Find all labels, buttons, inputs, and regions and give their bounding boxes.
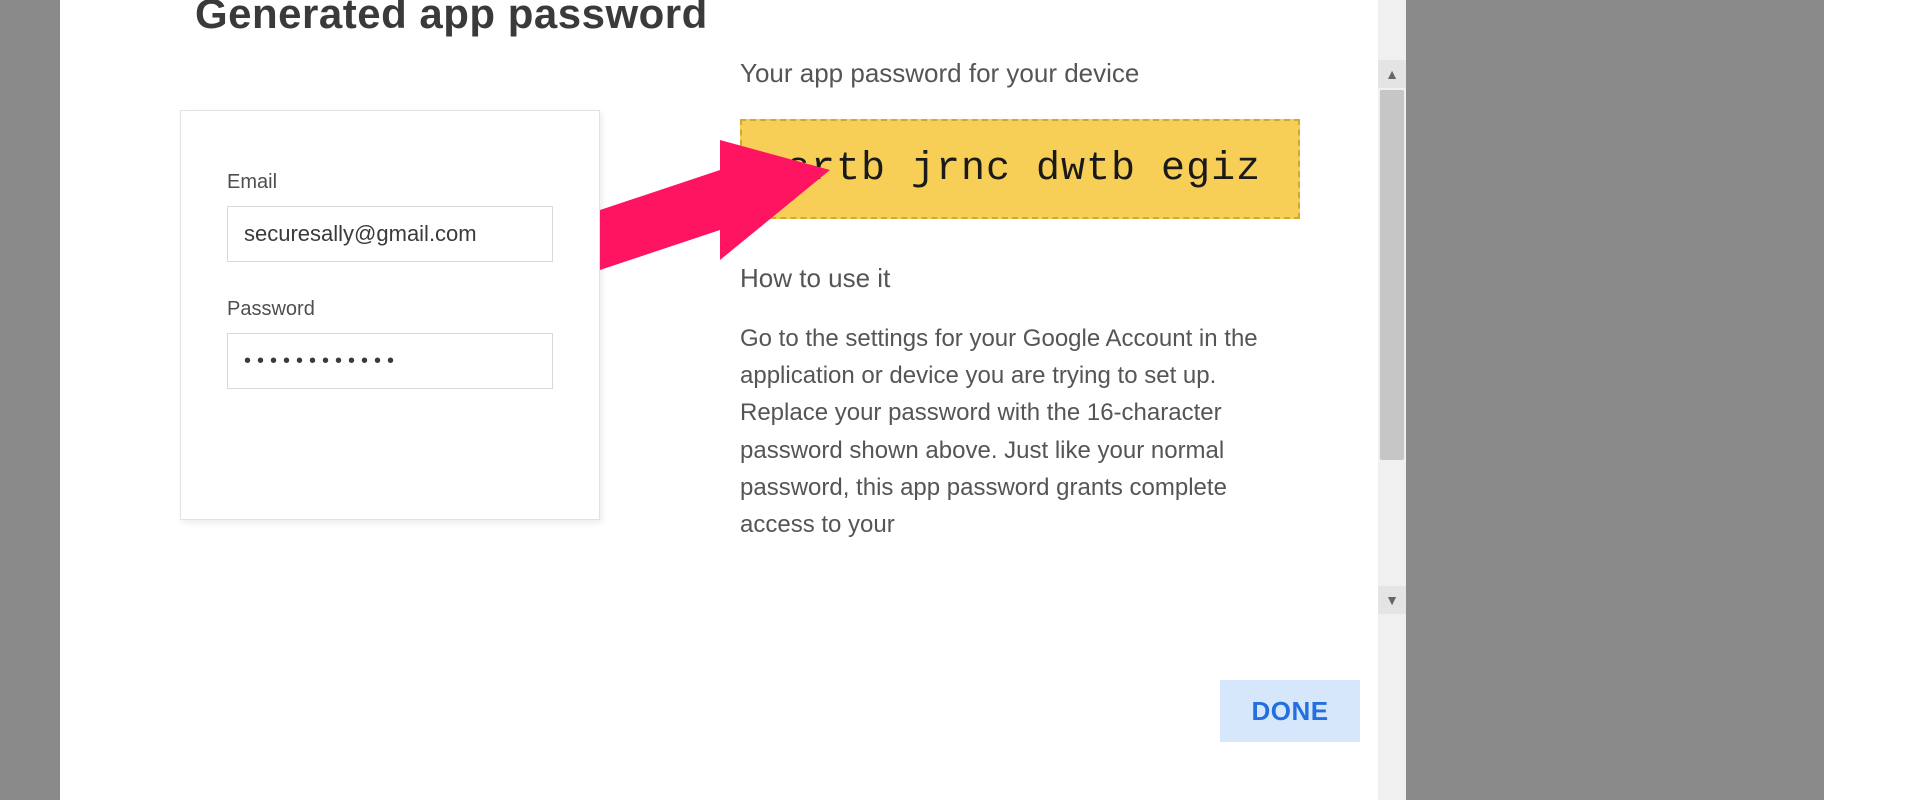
scroll-up-button[interactable]: ▲ — [1378, 60, 1406, 88]
password-field-block: Password •••••••••••• — [227, 298, 553, 389]
email-field[interactable] — [227, 206, 553, 262]
email-field-block: Email — [227, 171, 553, 262]
modal-title: Generated app password — [195, 0, 708, 38]
password-subheading: Your app password for your device — [740, 58, 1300, 89]
done-button[interactable]: DONE — [1220, 680, 1360, 742]
page-background-left — [0, 0, 60, 800]
page-edge-panel — [1824, 0, 1920, 800]
password-label: Password — [227, 298, 553, 321]
login-example-card: Email Password •••••••••••• — [180, 110, 600, 520]
howto-heading: How to use it — [740, 263, 1300, 294]
scroll-thumb[interactable] — [1380, 90, 1404, 460]
generated-password-box[interactable]: srtb jrnc dwtb egiz — [740, 119, 1300, 219]
page-background-strip — [1406, 0, 1824, 800]
email-label: Email — [227, 171, 553, 194]
howto-body-text: Go to the settings for your Google Accou… — [740, 320, 1280, 543]
instructions-column: Your app password for your device srtb j… — [740, 58, 1300, 543]
scroll-down-button[interactable]: ▼ — [1378, 586, 1406, 614]
modal-scrollbar: ▲ ▼ — [1378, 0, 1406, 800]
page-background-right: ▲ ▼ — [1378, 0, 1920, 800]
app-password-modal: Generated app password Email Password ••… — [60, 0, 1378, 800]
password-field[interactable]: •••••••••••• — [227, 333, 553, 389]
